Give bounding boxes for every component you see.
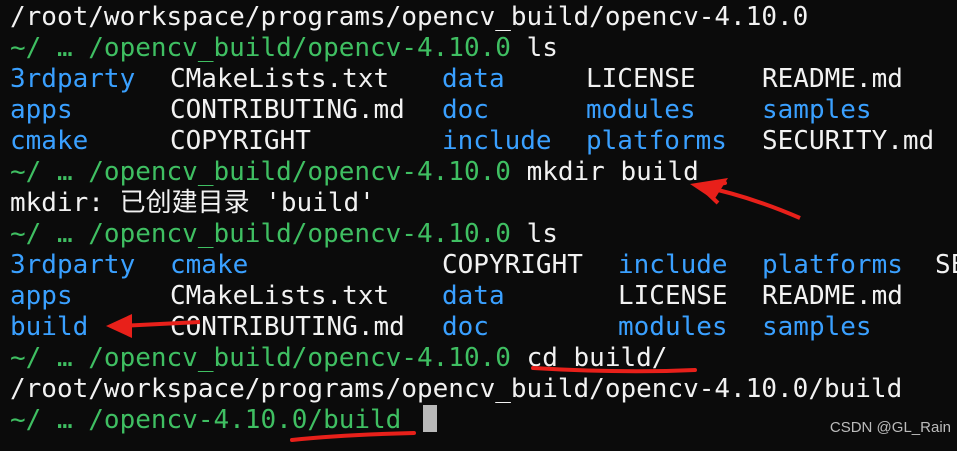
directory-entry: modules	[586, 95, 696, 125]
shell-command: mkdir build	[526, 157, 699, 187]
prompt-line: ~/ … /opencv-4.10.0/build	[10, 405, 437, 436]
directory-entry: modules	[618, 312, 728, 342]
file-entry: CMakeLists.txt	[170, 281, 390, 311]
prompt-line: ~/ … /opencv_build/opencv-4.10.0 ls	[10, 219, 558, 250]
directory-entry: apps	[10, 281, 73, 311]
shell-prompt: ~/ … /opencv_build/opencv-4.10.0	[10, 157, 511, 187]
shell-prompt: ~/ … /opencv_build/opencv-4.10.0	[10, 219, 511, 249]
file-entry: LICENSE	[618, 281, 728, 311]
file-entry: COPYRIGHT	[442, 250, 583, 280]
output-text: /root/workspace/programs/opencv_build/op…	[10, 2, 809, 32]
directory-entry: doc	[442, 312, 489, 342]
terminal-window[interactable]: /root/workspace/programs/opencv_build/op…	[0, 0, 957, 451]
ls-output-row: cmake COPYRIGHT include platforms SECURITY.m…	[10, 126, 957, 157]
file-entry: SE	[935, 250, 957, 280]
directory-entry: 3rdparty	[10, 250, 136, 280]
file-entry: LICENSE	[586, 64, 696, 94]
directory-entry: platforms	[586, 126, 727, 156]
file-entry: COPYRIGHT	[170, 126, 311, 156]
directory-entry: samples	[762, 95, 872, 125]
directory-entry: cmake	[170, 250, 249, 280]
shell-command: ls	[526, 33, 558, 63]
directory-entry: include	[442, 126, 552, 156]
ls-output-row: 3rdparty CMakeLists.txt data LICENSE README.…	[10, 64, 957, 95]
directory-entry: include	[618, 250, 728, 280]
file-entry: README.md	[762, 64, 903, 94]
ls-output-row: apps CMakeLists.txt data LICENSE README.md	[10, 281, 957, 312]
directory-entry: apps	[10, 95, 73, 125]
file-entry: CONTRIBUTING.md	[170, 95, 405, 125]
prompt-line: ~/ … /opencv_build/opencv-4.10.0 cd buil…	[10, 343, 667, 374]
watermark: CSDN @GL_Rain	[829, 419, 951, 436]
ls-output-row: 3rdparty cmake COPYRIGHT include platforms SE	[10, 250, 957, 281]
directory-entry: data	[442, 281, 505, 311]
directory-entry: cmake	[10, 126, 89, 156]
output-line: /root/workspace/programs/opencv_build/op…	[10, 374, 902, 405]
prompt-line: ~/ … /opencv_build/opencv-4.10.0 mkdir b…	[10, 157, 699, 188]
shell-command: cd build/	[526, 343, 668, 373]
file-entry: CMakeLists.txt	[170, 64, 390, 94]
shell-command: ls	[526, 219, 558, 249]
output-text: mkdir: 已创建目录 'build'	[10, 188, 375, 218]
directory-entry: 3rdparty	[10, 64, 136, 94]
prompt-line: ~/ … /opencv_build/opencv-4.10.0 ls	[10, 33, 558, 64]
file-entry: README.md	[762, 281, 903, 311]
annotation-arrow-mkdir	[698, 181, 801, 220]
file-entry: SECURITY.md	[762, 126, 935, 156]
output-line: /root/workspace/programs/opencv_build/op…	[10, 2, 808, 33]
directory-entry: data	[442, 64, 505, 94]
directory-entry: samples	[762, 312, 872, 342]
text-cursor[interactable]	[423, 405, 437, 432]
shell-prompt: ~/ … /opencv_build/opencv-4.10.0	[10, 343, 511, 373]
output-text: /root/workspace/programs/opencv_build/op…	[10, 374, 903, 404]
ls-output-row: apps CONTRIBUTING.md doc modules samples	[10, 95, 957, 126]
shell-prompt: ~/ … /opencv_build/opencv-4.10.0	[10, 33, 511, 63]
directory-entry: doc	[442, 95, 489, 125]
shell-prompt: ~/ … /opencv-4.10.0/build	[10, 405, 402, 435]
directory-entry: platforms	[762, 250, 903, 280]
ls-output-row: build CONTRIBUTING.md doc modules samples	[10, 312, 957, 343]
file-entry: CONTRIBUTING.md	[170, 312, 405, 342]
directory-entry: build	[10, 312, 89, 342]
output-line: mkdir: 已创建目录 'build'	[10, 188, 375, 219]
